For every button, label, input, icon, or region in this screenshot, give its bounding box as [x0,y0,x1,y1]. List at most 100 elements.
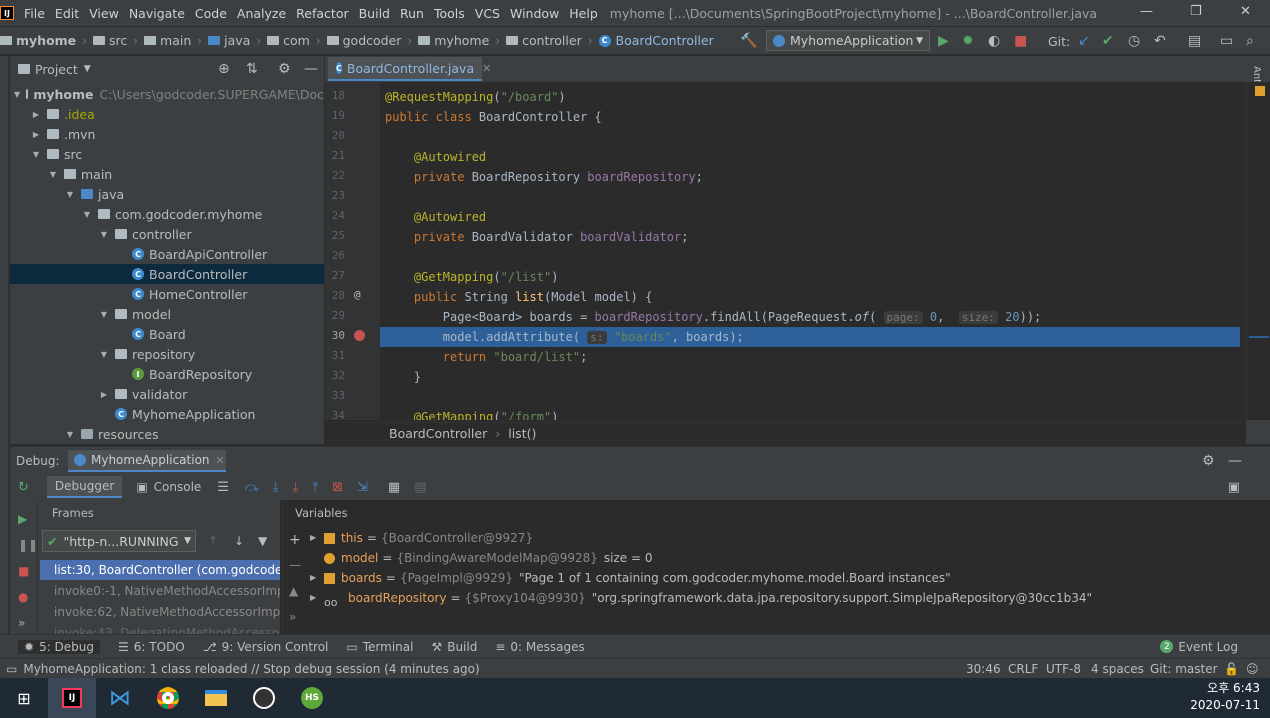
close-tab-icon[interactable]: ✕ [482,62,491,75]
rerun-icon[interactable]: ↻ [18,480,29,495]
toolwindow-terminal[interactable]: ▭ Terminal [346,640,413,654]
tree-item[interactable]: C BoardController [10,264,324,284]
chrome-task-icon[interactable] [144,678,192,718]
chevron-right-icon[interactable]: ▶ [31,110,41,119]
project-view-selector[interactable]: Project [35,62,78,77]
chevron-down-icon[interactable]: ▼ [99,310,109,319]
code-editor[interactable]: @RequestMapping("/board") public class B… [380,82,1246,420]
gear-icon[interactable]: ⚙ [278,61,291,77]
tree-item[interactable]: ▼ java [10,184,324,204]
breadcrumb-java[interactable]: java [208,33,250,48]
tree-item[interactable]: ▼ controller [10,224,324,244]
tree-item[interactable]: C Board [10,324,324,344]
run-configuration-select[interactable]: MyhomeApplication ▼ [766,30,930,51]
rollback-icon[interactable]: ↶ [1154,33,1166,49]
file-encoding[interactable]: UTF-8 [1046,662,1081,676]
caret-position[interactable]: 30:46 [966,662,1001,676]
run-to-cursor-icon[interactable]: ⇲ [357,480,368,495]
tree-item[interactable]: ▼ model [10,304,324,324]
history-icon[interactable]: ◷ [1128,33,1140,49]
tree-item[interactable]: C BoardApiController [10,244,324,264]
tree-item[interactable]: ▼ com.godcoder.myhome [10,204,324,224]
chevron-right-icon[interactable]: ▶ [31,130,41,139]
filter-icon[interactable]: ▼ [258,534,267,548]
remove-watch-icon[interactable]: — [289,558,301,572]
more-icon[interactable]: » [18,616,25,630]
tree-item[interactable]: ▶ .idea [10,104,324,124]
hs-task-icon[interactable]: HS [288,678,336,718]
git-branch[interactable]: Git: master [1150,662,1218,676]
search-icon[interactable]: ⌕ [1246,33,1254,49]
menu-vcs[interactable]: VCS [475,6,500,21]
build-hammer-icon[interactable]: 🔨 [740,33,757,49]
chevron-right-icon[interactable]: ▶ [310,588,324,608]
debug-session-tab[interactable]: MyhomeApplication ✕ [68,450,226,472]
menu-lines-icon[interactable]: ☰ [217,480,229,495]
stop-icon[interactable]: ■ [18,564,29,578]
debug-bug-icon[interactable]: ✹ [962,33,974,49]
chevron-right-icon[interactable]: ▶ [99,390,109,399]
step-out-icon[interactable]: ⤒ [312,480,318,495]
menu-navigate[interactable]: Navigate [129,6,185,21]
layout-icon[interactable]: ▣ [1228,480,1240,495]
minimize-icon[interactable]: — [1140,4,1153,19]
menu-build[interactable]: Build [359,6,390,21]
resume-icon[interactable]: ▶ [18,512,27,526]
chevron-down-icon[interactable]: ▼ [84,64,91,74]
tree-item[interactable]: ▶ .mvn [10,124,324,144]
drop-frame-icon[interactable]: ⊠ [332,480,343,495]
arrow-down-icon[interactable]: » [289,610,296,624]
toolwindow-build[interactable]: ⚒ Build [431,640,477,654]
breadcrumb-godcoder[interactable]: godcoder [326,33,401,48]
tree-item[interactable]: ▼ src [10,144,324,164]
restore-icon[interactable]: ❐ [1190,4,1202,19]
breadcrumb-controller[interactable]: controller [506,33,582,48]
toolwindow-todo[interactable]: ☰ 6: TODO [118,640,185,654]
toolwindow-messages[interactable]: ≡ 0: Messages [495,640,584,654]
menu-help[interactable]: Help [569,6,598,21]
git-update-icon[interactable]: ↙ [1078,33,1090,49]
tree-item[interactable]: C HomeController [10,284,324,304]
warning-icon[interactable] [1255,86,1265,96]
system-clock[interactable]: 오후 6:43 2020-07-11 [1190,680,1260,714]
chevron-right-icon[interactable]: ▶ [310,528,324,548]
toolwindow-event-log[interactable]: 2 Event Log [1160,640,1238,654]
menu-code[interactable]: Code [195,6,227,21]
override-marker-icon[interactable]: @ [354,288,361,301]
breadcrumb-class[interactable]: BoardController [389,426,487,441]
chevron-down-icon[interactable]: ▼ [31,150,41,159]
variable-row[interactable]: ▶ boards = {PageImpl@9929} "Page 1 of 1 cont… [310,568,951,588]
close-tab-icon[interactable]: ✕ [216,454,225,467]
arrow-down-icon[interactable]: ↓ [234,534,244,548]
intellij-task-icon[interactable]: IJ [48,678,96,718]
stop-icon[interactable]: ■ [1014,33,1027,49]
trace-icon[interactable]: ▤ [414,480,426,495]
stack-frame[interactable]: invoke0:-1, NativeMethodAccessorImpl (j [40,581,280,601]
menu-tools[interactable]: Tools [434,6,465,21]
chevron-right-icon[interactable]: ▶ [310,568,324,588]
inspector-icon[interactable]: ☺ [1246,662,1259,676]
collapse-all-icon[interactable]: ⇅ [246,61,258,77]
hide-panel-icon[interactable]: — [304,61,318,77]
breadcrumb-com[interactable]: com [267,33,310,48]
chevron-down-icon[interactable]: ▼ [14,90,20,99]
arrow-up-icon[interactable]: ↑ [208,534,218,548]
presentation-icon[interactable]: ▭ [1220,33,1233,49]
menu-edit[interactable]: Edit [55,6,79,21]
breadcrumb-myhome-pkg[interactable]: myhome [418,33,489,48]
git-commit-icon[interactable]: ✔ [1102,33,1114,49]
status-message[interactable]: MyhomeApplication: 1 class reloaded // S… [23,662,479,676]
step-into-icon[interactable]: ⤓ [293,480,299,495]
tab-debugger[interactable]: Debugger [46,476,123,498]
variable-row[interactable]: model = {BindingAwareModelMap@9928} size = … [310,548,652,568]
evaluate-expression-icon[interactable]: ▦ [388,480,400,495]
menu-file[interactable]: File [24,6,45,21]
breadcrumb-method[interactable]: list() [508,426,536,441]
step-over-icon[interactable]: ⤓ [273,480,279,495]
variable-row[interactable]: ▶ oo boardRepository = {$Proxy104@9930} "org.… [310,588,1092,609]
menu-run[interactable]: Run [400,6,424,21]
menu-window[interactable]: Window [510,6,559,21]
run-icon[interactable]: ▶ [938,33,949,49]
tree-item[interactable]: ▶ validator [10,384,324,404]
arrow-up-icon[interactable]: ▲ [289,584,298,598]
